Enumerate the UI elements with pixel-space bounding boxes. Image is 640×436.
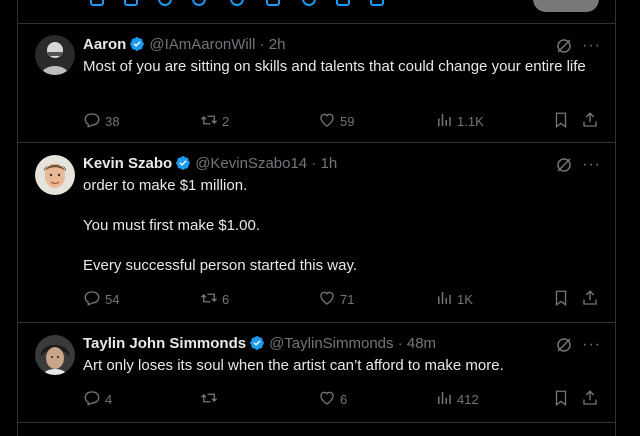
bookmark-icon <box>552 289 570 310</box>
like-button[interactable]: 59 <box>318 111 354 131</box>
emoji-icon[interactable] <box>230 0 244 6</box>
more-icon[interactable]: ··· <box>582 157 601 173</box>
share-icon <box>581 111 599 132</box>
avatar[interactable] <box>35 335 75 375</box>
bookmark-button[interactable] <box>552 111 570 131</box>
views-count: 1K <box>457 291 473 307</box>
like-icon <box>318 111 336 132</box>
author-handle[interactable]: @KevinSzabo14 <box>195 155 307 172</box>
repost-icon <box>200 289 218 310</box>
repost-icon <box>200 111 218 132</box>
author-handle[interactable]: @IAmAaronWill <box>149 36 255 53</box>
author-name[interactable]: Kevin Szabo <box>83 155 172 172</box>
views-count: 1.1K <box>457 113 484 129</box>
share-icon <box>581 289 599 310</box>
reply-count: 54 <box>105 291 120 307</box>
grok-compose-icon[interactable] <box>158 0 172 6</box>
grok-icon[interactable] <box>555 37 573 55</box>
grok-icon[interactable] <box>555 156 573 174</box>
repost-button[interactable]: 2 <box>200 111 229 131</box>
format-icon[interactable] <box>336 0 350 6</box>
more-icon[interactable]: ··· <box>582 337 601 353</box>
reply-button[interactable]: 4 <box>83 389 112 409</box>
composer-toolbar <box>18 0 615 24</box>
action-bar: 38 2 59 1.1K <box>83 111 603 131</box>
reply-icon <box>83 289 101 310</box>
tweet-text: Most of you are sitting on skills and ta… <box>83 57 593 77</box>
tweet-line: Art only loses its soul when the artist … <box>83 357 504 374</box>
verified-badge-icon <box>175 155 191 177</box>
action-bar: 54 6 71 1K <box>83 289 603 309</box>
timestamp[interactable]: · 2h <box>260 36 286 53</box>
bookmark-button[interactable] <box>552 389 570 409</box>
like-icon <box>318 289 336 310</box>
share-icon <box>581 389 599 410</box>
like-count: 6 <box>340 391 348 407</box>
grok-icon[interactable] <box>555 336 573 354</box>
repost-button[interactable] <box>200 389 222 409</box>
timestamp[interactable]: · 1h <box>311 155 337 172</box>
tweet[interactable]: Aaron @IAmAaronWill · 2h ··· Most of you … <box>18 24 615 143</box>
bookmark-icon <box>552 111 570 132</box>
views-button[interactable]: 412 <box>435 389 479 409</box>
views-button[interactable]: 1K <box>435 289 473 309</box>
share-button[interactable] <box>581 289 599 309</box>
reply-icon <box>83 111 101 132</box>
post-button[interactable] <box>533 0 599 12</box>
extra-icon[interactable] <box>370 0 384 6</box>
views-count: 412 <box>457 391 479 407</box>
schedule-icon[interactable] <box>266 0 280 6</box>
views-icon <box>435 389 453 410</box>
reply-icon <box>83 389 101 410</box>
like-button[interactable]: 6 <box>318 389 347 409</box>
media-icon[interactable] <box>90 0 104 6</box>
reply-count: 4 <box>105 391 113 407</box>
like-count: 59 <box>340 113 355 129</box>
tweet-header: Aaron @IAmAaronWill · 2h <box>83 35 285 58</box>
avatar[interactable] <box>35 155 75 195</box>
tweet-line: Every successful person started this way… <box>83 257 357 274</box>
repost-icon <box>200 389 218 410</box>
verified-badge-icon <box>249 335 265 357</box>
poll-icon[interactable] <box>192 0 206 6</box>
repost-button[interactable]: 6 <box>200 289 229 309</box>
avatar[interactable] <box>35 35 75 75</box>
like-count: 71 <box>340 291 355 307</box>
views-icon <box>435 111 453 132</box>
reply-button[interactable]: 38 <box>83 111 119 131</box>
tweet-text: Art only loses its soul when the artist … <box>83 356 593 376</box>
reply-button[interactable]: 54 <box>83 289 119 309</box>
author-name[interactable]: Aaron <box>83 36 126 53</box>
tweet-text: order to make $1 million. You must first… <box>83 176 593 276</box>
location-icon[interactable] <box>302 0 316 6</box>
author-name[interactable]: Taylin John Simmonds <box>83 335 246 352</box>
tweet-line: order to make $1 million. <box>83 177 248 194</box>
timeline-column: Aaron @IAmAaronWill · 2h ··· Most of you … <box>17 0 616 436</box>
bookmark-button[interactable] <box>552 289 570 309</box>
bookmark-icon <box>552 389 570 410</box>
reply-count: 38 <box>105 113 120 129</box>
action-bar: 4 6 412 <box>83 389 603 409</box>
tweet[interactable]: Taylin John Simmonds @TaylinSimmonds · 48… <box>18 323 615 423</box>
tweet-header: Kevin Szabo @KevinSzabo14 · 1h <box>83 154 337 177</box>
like-icon <box>318 389 336 410</box>
timestamp[interactable]: · 48m <box>398 335 436 352</box>
tweet[interactable]: Kevin Szabo @KevinSzabo14 · 1h ··· order … <box>18 143 615 323</box>
views-button[interactable]: 1.1K <box>435 111 484 131</box>
gif-icon[interactable] <box>124 0 138 6</box>
tweet-line: Most of you are sitting on skills and ta… <box>83 58 586 75</box>
share-button[interactable] <box>581 111 599 131</box>
more-icon[interactable]: ··· <box>582 38 601 54</box>
verified-badge-icon <box>129 36 145 58</box>
tweet-line: You must first make $1.00. <box>83 217 261 234</box>
like-button[interactable]: 71 <box>318 289 354 309</box>
repost-count: 2 <box>222 113 230 129</box>
tweet-header: Taylin John Simmonds @TaylinSimmonds · 48… <box>83 334 436 357</box>
author-handle[interactable]: @TaylinSimmonds <box>269 335 393 352</box>
share-button[interactable] <box>581 389 599 409</box>
repost-count: 6 <box>222 291 230 307</box>
views-icon <box>435 289 453 310</box>
